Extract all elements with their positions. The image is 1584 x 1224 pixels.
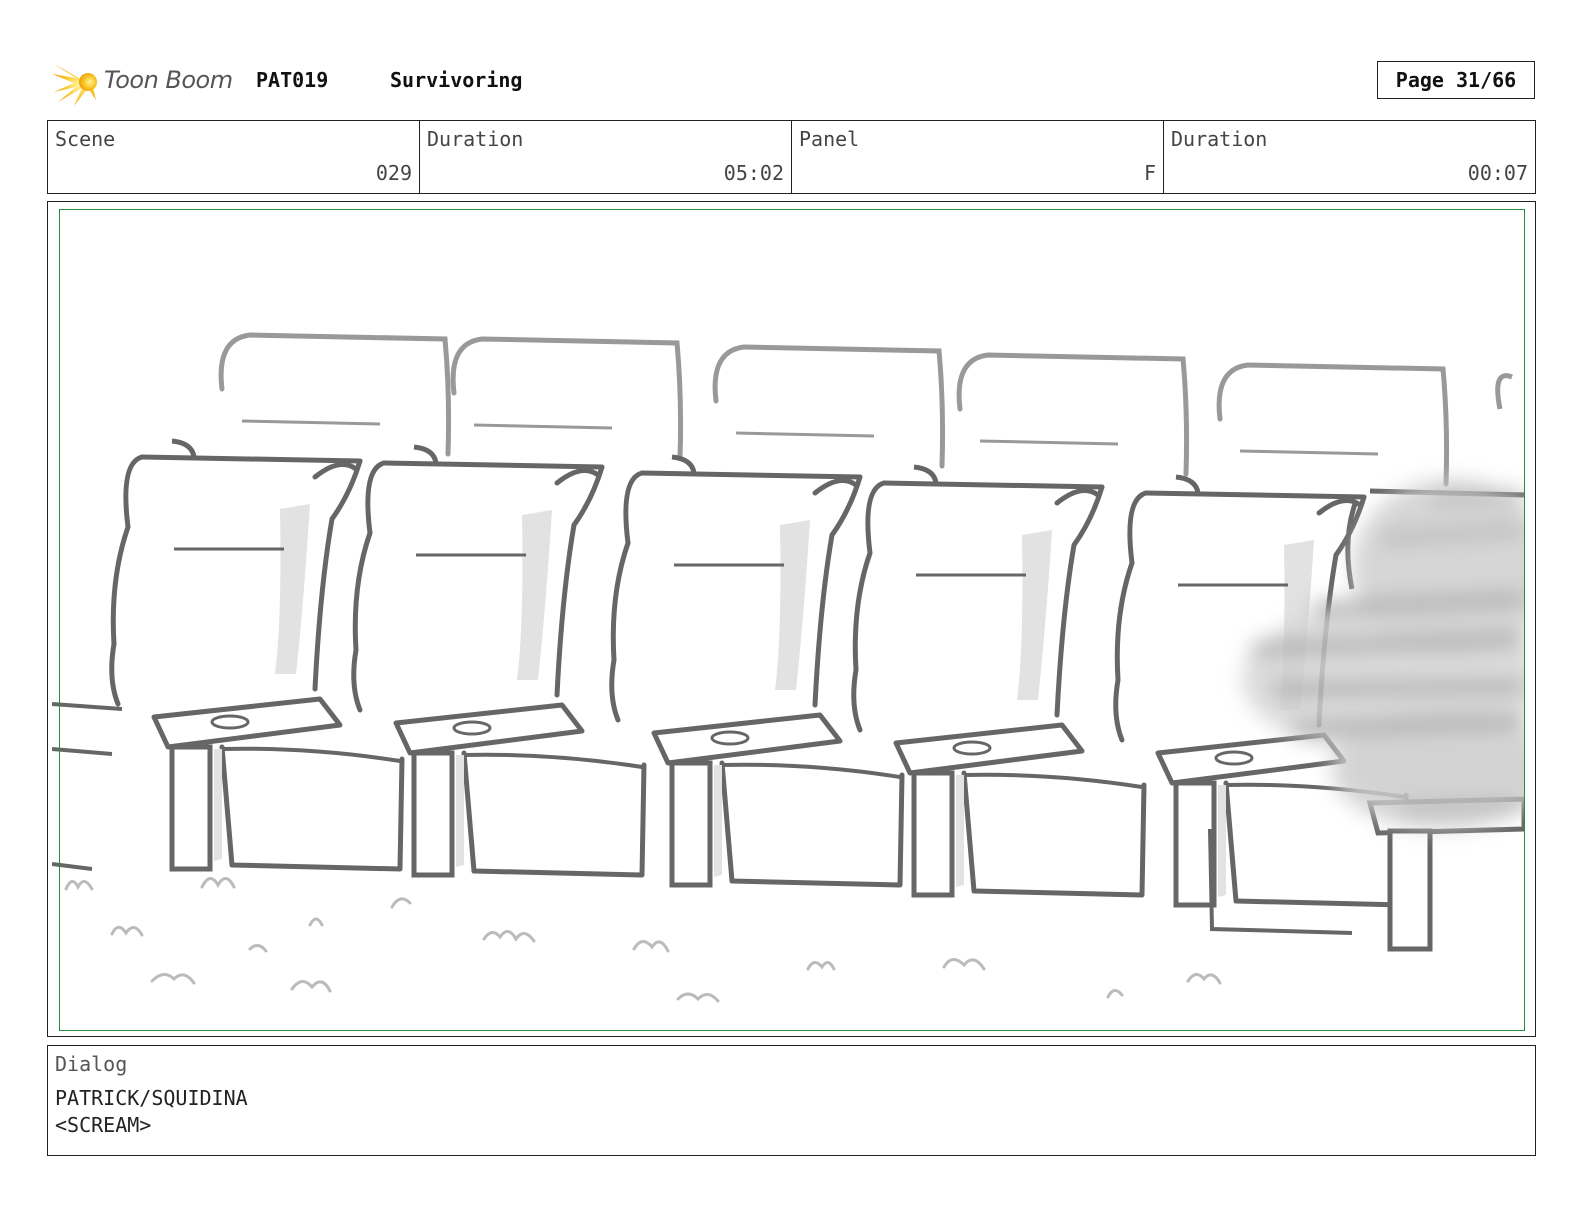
panel-duration-label: Duration xyxy=(1171,127,1268,151)
safe-area-frame xyxy=(59,209,1525,1031)
dialog-box: Dialog PATRICK/SQUIDINA <SCREAM> xyxy=(47,1045,1536,1156)
page-number: Page 31/66 xyxy=(1377,61,1535,99)
panel-duration-cell: Duration 00:07 xyxy=(1164,121,1535,193)
dialog-text: <SCREAM> xyxy=(55,1113,152,1137)
scene-cell: Scene 029 xyxy=(48,121,420,193)
scene-label: Scene xyxy=(55,127,116,151)
panel-label: Panel xyxy=(799,127,860,151)
panel-value: F xyxy=(1143,161,1156,185)
panel-duration-value: 00:07 xyxy=(1467,161,1528,185)
panel-info-row: Scene 029 Duration 05:02 Panel F Duratio… xyxy=(47,120,1536,194)
logo-text: Toon Boom xyxy=(104,66,233,94)
scene-value: 029 xyxy=(375,161,412,185)
scene-duration-label: Duration xyxy=(427,127,524,151)
dialog-character: PATRICK/SQUIDINA xyxy=(55,1086,248,1110)
scene-duration-value: 05:02 xyxy=(723,161,784,185)
project-title: Survivoring xyxy=(390,68,523,92)
panel-cell: Panel F xyxy=(792,121,1164,193)
dialog-label: Dialog xyxy=(55,1052,128,1076)
project-code: PAT019 xyxy=(256,68,329,92)
scene-duration-cell: Duration 05:02 xyxy=(420,121,792,193)
